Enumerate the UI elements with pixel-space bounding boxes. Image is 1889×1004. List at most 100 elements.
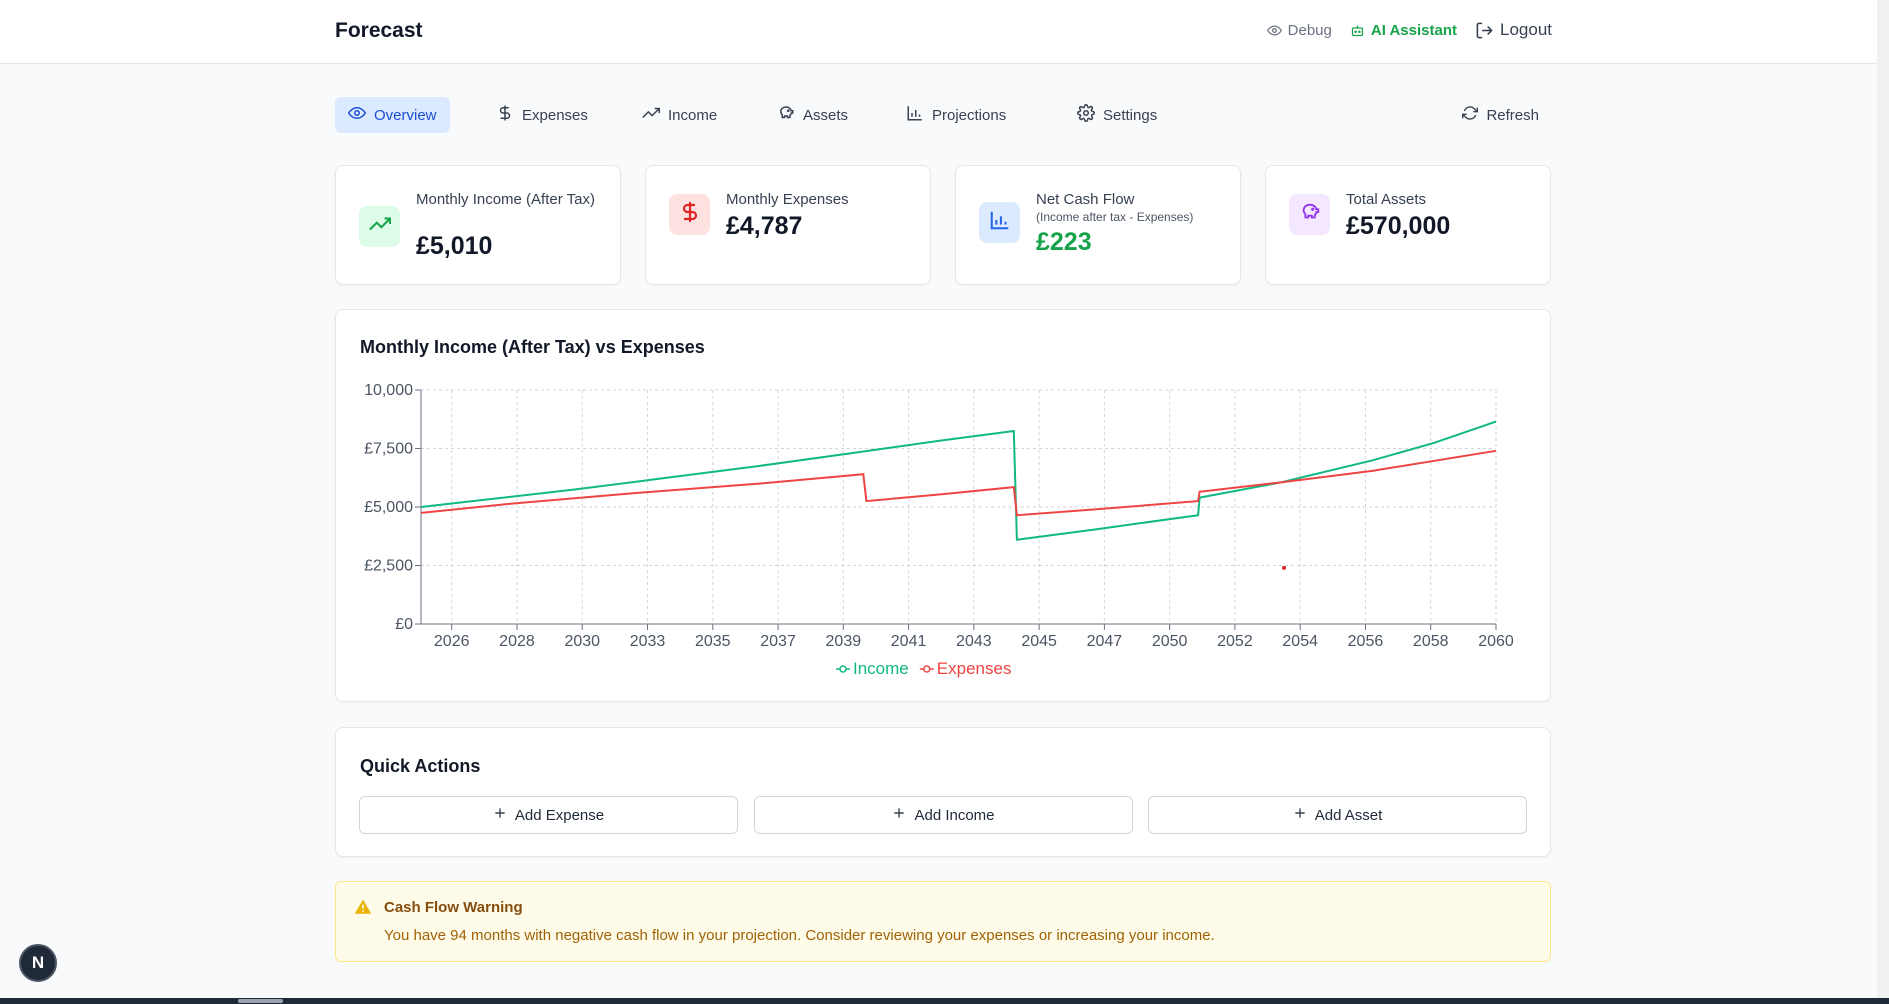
legend-label: Expenses: [937, 659, 1012, 678]
plus-icon: [1293, 806, 1307, 824]
tab-projections[interactable]: Projections: [893, 97, 1019, 133]
trending-up-icon: [368, 213, 391, 240]
x-tick-label: 2035: [695, 633, 731, 650]
quick-actions-card: Quick Actions Add Expense Add Income Add…: [335, 727, 1551, 857]
y-tick-label: £0: [395, 616, 413, 633]
x-tick-label: 2045: [1021, 633, 1057, 650]
x-tick-label: 2058: [1413, 633, 1449, 650]
x-tick-label: 2056: [1348, 633, 1384, 650]
x-tick-label: 2047: [1087, 633, 1123, 650]
x-tick-label: 2041: [891, 633, 927, 650]
warning-text: You have 94 months with negative cash fl…: [384, 927, 1215, 944]
gear-icon: [1077, 104, 1095, 126]
tab-label: Projections: [932, 106, 1007, 124]
income-icon-box: [359, 206, 400, 247]
x-tick-label: 2030: [564, 633, 600, 650]
x-tick-label: 2039: [826, 633, 862, 650]
eye-icon: [347, 104, 367, 126]
ai-assistant-link[interactable]: AI Assistant: [1350, 22, 1457, 39]
x-tick-label: 2054: [1282, 633, 1318, 650]
piggy-bank-icon: [1299, 201, 1321, 228]
tab-overview[interactable]: Overview: [335, 97, 450, 133]
stat-card-expenses: Monthly Expenses £4,787: [645, 165, 931, 285]
stat-value: £4,787: [726, 212, 803, 240]
ai-assistant-label: AI Assistant: [1370, 21, 1457, 39]
dollar-icon: [496, 104, 514, 126]
bar-chart-icon: [989, 209, 1011, 236]
y-tick-label: 10,000: [364, 382, 413, 399]
tab-label: Assets: [803, 106, 849, 124]
x-tick-label: 2033: [630, 633, 666, 650]
refresh-icon: [1462, 105, 1479, 125]
quick-actions-title: Quick Actions: [360, 756, 481, 776]
piggy-bank-icon: [777, 104, 795, 126]
x-tick-label: 2050: [1152, 633, 1188, 650]
stat-card-income: Monthly Income (After Tax) £5,010: [335, 165, 621, 285]
chart-dot: [1282, 565, 1287, 570]
scrollbar-thumb[interactable]: [238, 999, 283, 1003]
x-tick-label: 2026: [434, 633, 470, 650]
scrollbar[interactable]: [1877, 0, 1889, 1004]
button-label: Add Income: [914, 806, 995, 824]
logout-label: Logout: [1500, 20, 1552, 39]
legend-label: Income: [853, 659, 909, 678]
legend-marker: [923, 665, 931, 673]
y-tick-label: £2,500: [364, 558, 413, 575]
refresh-button[interactable]: Refresh: [1450, 97, 1551, 133]
eye-icon: [1266, 23, 1282, 38]
top-actions: Debug AI Assistant Logout: [1266, 20, 1552, 40]
debug-link[interactable]: Debug: [1266, 21, 1332, 39]
stat-label: Monthly Income (After Tax): [416, 191, 595, 208]
x-tick-label: 2060: [1478, 633, 1514, 650]
warning-title: Cash Flow Warning: [384, 899, 523, 916]
button-label: Add Asset: [1314, 806, 1383, 824]
robot-icon: [1350, 23, 1365, 38]
debug-label: Debug: [1287, 21, 1332, 39]
expenses-icon-box: [669, 194, 710, 235]
x-tick-label: 2052: [1217, 633, 1253, 650]
tab-label: Settings: [1103, 106, 1158, 124]
plus-icon: [493, 806, 507, 824]
income-vs-expenses-chart: £0 £2,500 £5,000 £7,500 10,000 2026 2028 2030 20…: [364, 382, 1514, 678]
cash-flow-warning: Cash Flow Warning You have 94 months wit…: [335, 881, 1551, 962]
stat-value: £5,010: [416, 232, 493, 260]
app-title: Forecast: [335, 19, 423, 42]
stat-sublabel: (Income after tax - Expenses): [1036, 210, 1194, 224]
legend-marker: [839, 665, 847, 673]
warning-icon: [354, 898, 372, 921]
top-bar: Forecast Debug AI Assistant Logout: [0, 0, 1889, 64]
tab-bar: Overview Expenses Income Assets Projecti…: [335, 97, 1551, 133]
add-asset-button[interactable]: Add Asset: [1148, 796, 1527, 834]
stat-label: Net Cash Flow: [1036, 191, 1135, 208]
plus-icon: [892, 806, 906, 824]
refresh-label: Refresh: [1486, 106, 1539, 124]
assets-icon-box: [1289, 194, 1330, 235]
add-income-button[interactable]: Add Income: [754, 796, 1133, 834]
stat-card-net-cash-flow: Net Cash Flow (Income after tax - Expens…: [955, 165, 1241, 285]
tab-settings[interactable]: Settings: [1064, 97, 1170, 133]
x-tick-label: 2043: [956, 633, 992, 650]
add-expense-button[interactable]: Add Expense: [359, 796, 738, 834]
y-tick-label: £7,500: [364, 441, 413, 458]
trending-up-icon: [642, 104, 660, 126]
x-tick-label: 2037: [760, 633, 796, 650]
stat-label: Monthly Expenses: [726, 191, 849, 208]
button-label: Add Expense: [514, 806, 605, 824]
chart-card: Monthly Income (After Tax) vs Expenses £…: [335, 309, 1551, 702]
tab-expenses[interactable]: Expenses: [483, 97, 601, 133]
y-tick-label: £5,000: [364, 499, 413, 516]
tab-label: Expenses: [522, 106, 588, 124]
tab-income[interactable]: Income: [629, 97, 730, 133]
next-dev-badge[interactable]: N: [19, 944, 57, 982]
stat-value: £223: [1036, 228, 1092, 256]
net-cash-flow-icon-box: [979, 202, 1020, 243]
stat-label: Total Assets: [1346, 191, 1427, 208]
logout-link[interactable]: Logout: [1475, 20, 1552, 40]
logout-icon: [1475, 21, 1494, 40]
x-tick-label: 2028: [499, 633, 535, 650]
stat-card-total-assets: Total Assets £570,000: [1265, 165, 1551, 285]
stat-value: £570,000: [1346, 212, 1451, 240]
bottom-scrollbar[interactable]: [0, 998, 1889, 1004]
tab-assets[interactable]: Assets: [764, 97, 861, 133]
tab-label: Income: [668, 106, 718, 124]
